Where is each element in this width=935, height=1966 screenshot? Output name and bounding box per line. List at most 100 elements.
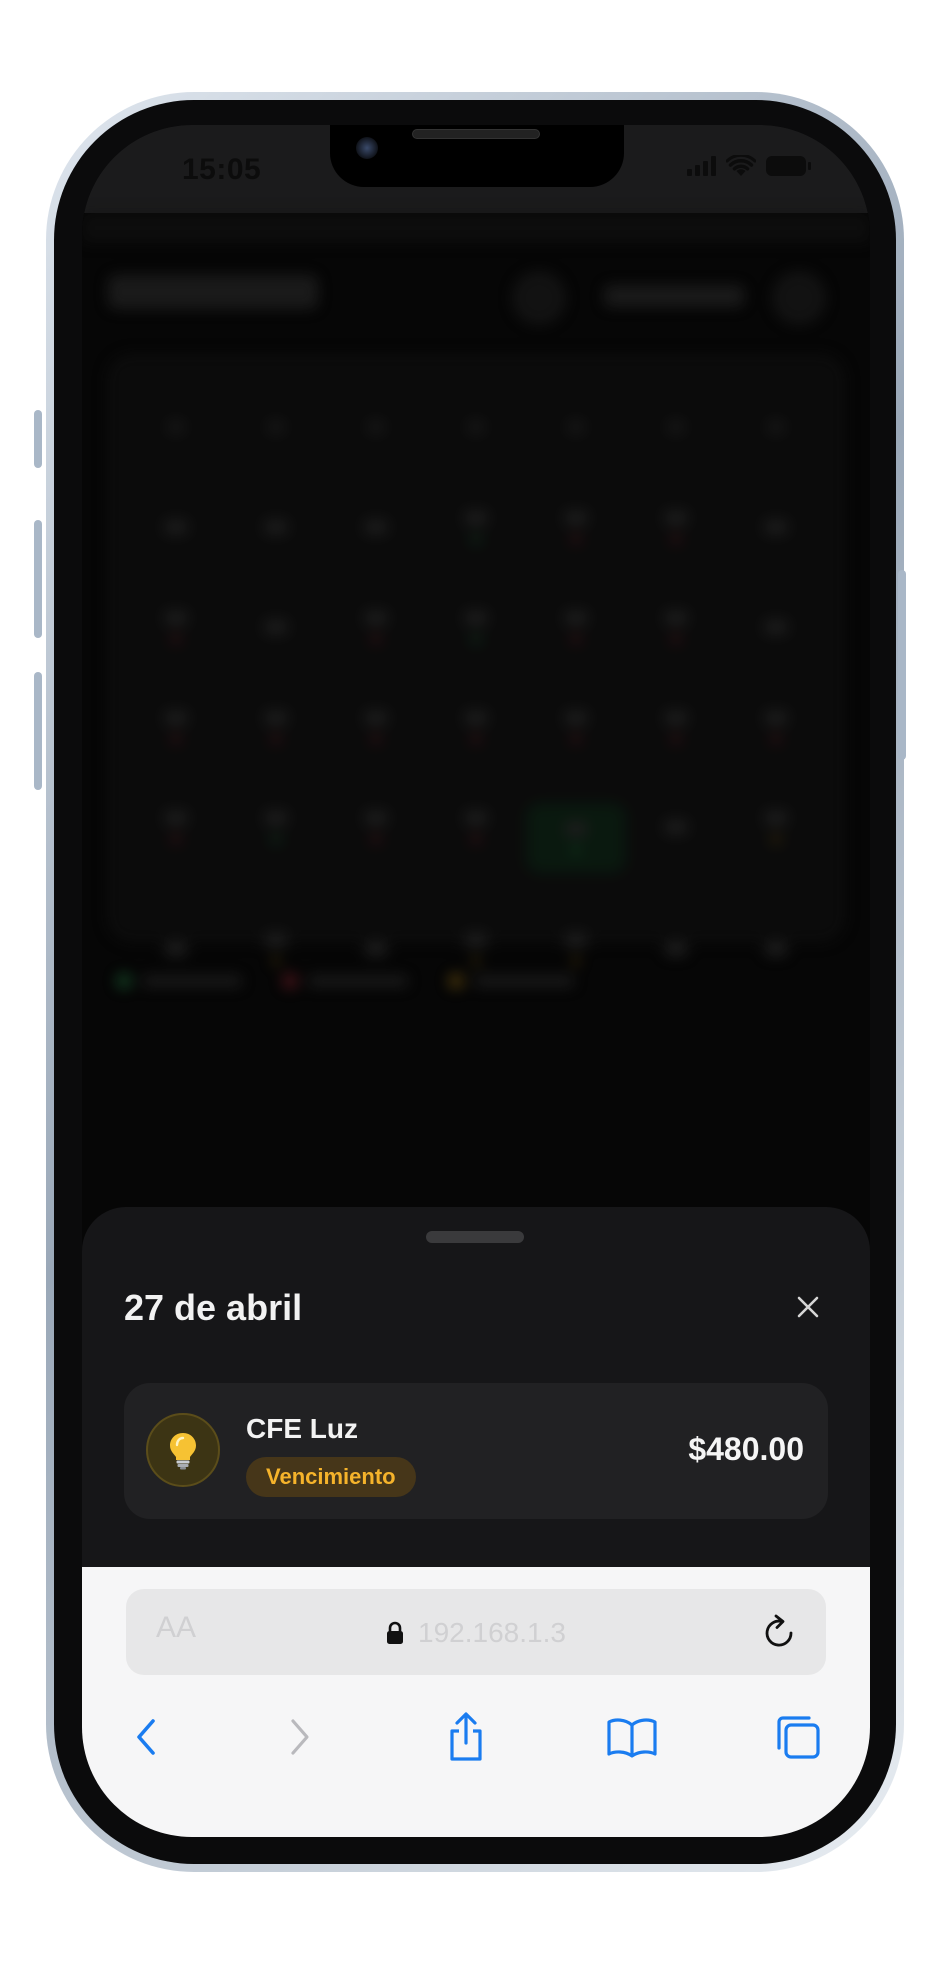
reload-button[interactable] [760,1611,800,1658]
bg-calendar-cell [326,403,426,451]
bg-prev-button [512,271,566,325]
bg-calendar-cell [426,703,526,751]
share-icon [450,1712,482,1761]
bg-day-number [365,942,387,956]
bg-calendar-cell [726,703,826,751]
bg-day-number [365,811,387,825]
bg-calendar-cell [726,603,826,651]
bg-event-dot [372,635,380,643]
bg-header-bar [82,213,870,243]
bg-event-dot [572,635,580,643]
status-badge: Vencimiento [246,1457,416,1497]
bg-calendar-cell [226,603,326,651]
background-app-overlay [82,213,870,1343]
bg-day-number [265,520,287,534]
bg-event-dot [772,835,780,843]
bg-calendar-cell [526,603,626,651]
bg-calendar-cell [526,403,626,451]
bg-calendar-cell [426,803,526,851]
sheet-date-title: 27 de abril [124,1287,303,1328]
back-button[interactable] [116,1707,176,1767]
url-display[interactable]: 192.168.1.3 [126,1617,826,1649]
tabs-button[interactable] [768,1707,828,1767]
sheet-grabber[interactable] [426,1231,524,1243]
bg-event-dot [172,635,180,643]
bg-calendar-cell [326,603,426,651]
day-detail-sheet: 27 de abril CFE Luz Vencimiento $480.00 [82,1207,870,1567]
bg-event-dot [472,635,480,643]
bg-calendar-cell [626,803,726,851]
wifi-icon [726,155,756,176]
bg-calendar-cell [226,803,326,851]
phone-screen: 15:05 27 de abril CFE Luz Vencimiento $4… [82,125,870,1837]
lightbulb-icon [146,1413,220,1487]
bg-calendar-cell [326,703,426,751]
bg-calendar-cell [426,503,526,551]
bg-event-dot [572,957,580,965]
volume-down-button [34,672,42,790]
bg-day-number [469,422,483,432]
bg-day-number [465,811,487,825]
bg-day-number [465,933,487,947]
close-button[interactable] [788,1287,828,1327]
bg-event-dot [572,535,580,543]
bookmarks-icon [607,1718,657,1758]
bg-day-number [665,942,687,956]
status-time: 15:05 [182,153,262,186]
bg-calendar-cell [526,803,626,873]
bg-event-dot [572,735,580,743]
bg-calendar-cell [326,803,426,851]
bg-calendar-cell [326,925,426,973]
bg-day-number [565,511,587,525]
share-button[interactable] [436,1707,496,1767]
bg-day-number [569,422,583,432]
bg-event-dot [672,635,680,643]
bg-legend-item [448,973,574,989]
forward-button[interactable] [270,1707,330,1767]
bg-event-dot [672,535,680,543]
bg-calendar-cell [226,703,326,751]
bg-event-dot [272,957,280,965]
bg-calendar-grid [126,403,826,973]
close-icon [797,1296,819,1318]
bg-calendar-cell [426,925,526,973]
status-bar: 15:05 [82,125,870,213]
bg-calendar-cell [626,925,726,973]
bg-legend [116,973,574,989]
bg-day-number [765,520,787,534]
bg-day-number [165,711,187,725]
address-bar[interactable]: AA 192.168.1.3 [126,1589,826,1675]
reload-icon [765,1614,793,1647]
power-button [898,570,906,760]
battery-icon [766,156,811,176]
bg-event-dot [472,957,480,965]
bg-day-number [465,611,487,625]
bg-event-dot [172,835,180,843]
bookmarks-button[interactable] [602,1707,662,1767]
bg-calendar-cell [226,403,326,451]
bg-month-placeholder [604,285,744,307]
earpiece-speaker [412,129,540,139]
bg-day-number [765,811,787,825]
url-text: 192.168.1.3 [418,1617,566,1648]
action-button [34,410,42,468]
status-icons [687,155,811,177]
bg-day-number [265,620,287,634]
bg-event-dot [472,535,480,543]
bg-calendar-cell [626,603,726,651]
bg-day-number [765,711,787,725]
payment-item-card[interactable]: CFE Luz Vencimiento $480.00 [124,1383,828,1519]
bg-calendar-cell [526,703,626,751]
bg-day-number [665,611,687,625]
bg-day-number [265,933,287,947]
bg-day-number [265,711,287,725]
bg-day-number [165,811,187,825]
bg-calendar-cell [126,603,226,651]
bg-calendar-cell [426,403,526,451]
bg-calendar-cell [226,503,326,551]
bg-next-button [772,271,826,325]
bg-calendar-cell [726,403,826,451]
back-icon [137,1719,155,1755]
signal-icon [687,156,716,176]
bg-day-number [369,422,383,432]
